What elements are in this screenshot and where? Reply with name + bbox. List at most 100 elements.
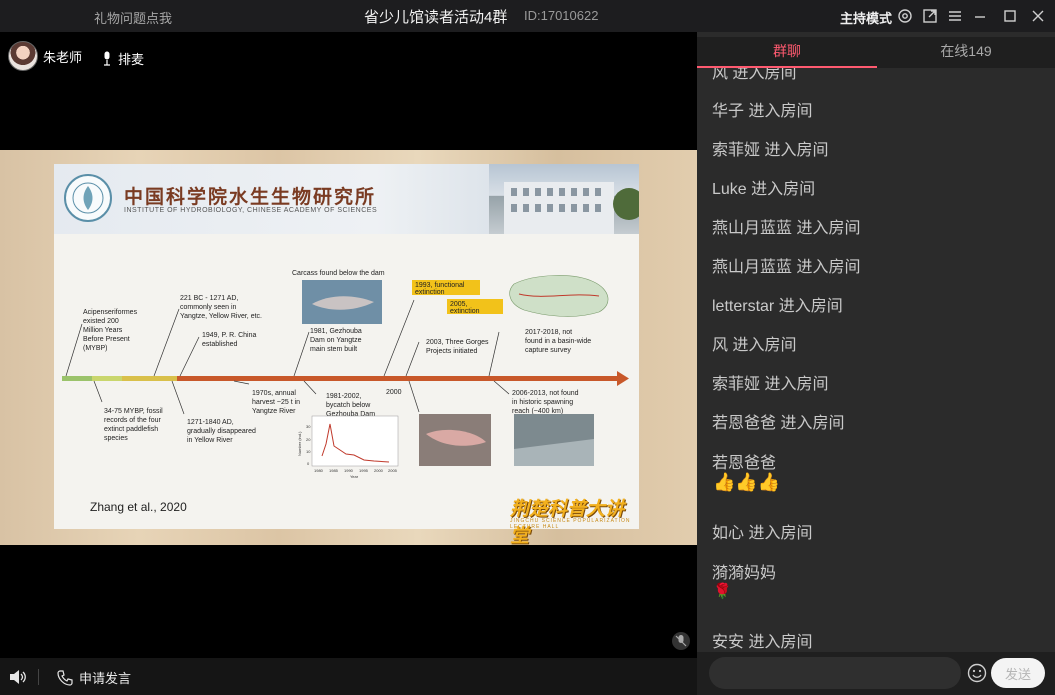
svg-text:Number (ind.): Number (ind.) (297, 431, 302, 456)
svg-text:in Yellow River: in Yellow River (187, 437, 233, 444)
mic-queue-label: 排麦 (118, 52, 145, 67)
svg-text:reach (~400 km): reach (~400 km) (512, 408, 563, 415)
svg-text:1985: 1985 (329, 468, 339, 473)
list-item: 索菲娅 进入房间 (712, 142, 829, 159)
svg-text:20: 20 (306, 437, 311, 442)
thumbs-up-emoji: 👍👍👍 (713, 472, 781, 492)
svg-text:extinction: extinction (415, 289, 445, 296)
rose-emoji: 🌹 (713, 583, 732, 600)
svg-text:2006-2013, not found: 2006-2013, not found (512, 390, 579, 397)
svg-text:2000: 2000 (386, 389, 402, 396)
svg-text:species: species (104, 435, 128, 442)
institute-name-en: INSTITUTE OF HYDROBIOLOGY, CHINESE ACADE… (124, 207, 378, 214)
list-item: 风 进入房间 (712, 68, 797, 82)
host-mode-button[interactable]: 主持模式 (840, 8, 892, 27)
svg-text:established: established (202, 341, 238, 348)
video-area: 朱老师 排麦 中国科学院水生生物研究所 INSTITUTE OF HYDROBI… (0, 37, 697, 658)
room-id: ID:17010622 (524, 8, 599, 23)
mic-queue-button[interactable]: 排麦 (102, 49, 144, 68)
svg-text:0: 0 (307, 461, 310, 466)
svg-text:2003, Three Gorges: 2003, Three Gorges (426, 339, 489, 346)
svg-text:1970s, annual: 1970s, annual (252, 390, 296, 397)
svg-text:2000: 2000 (374, 468, 384, 473)
chat-input[interactable] (709, 657, 961, 689)
svg-text:1271-1840 AD,: 1271-1840 AD, (187, 419, 234, 426)
bottom-bar: 申请发言 (0, 658, 697, 695)
list-item: 安安 进入房间 (712, 634, 813, 651)
minimize-icon[interactable] (972, 8, 988, 24)
svg-text:capture survey: capture survey (525, 347, 571, 354)
microphone-icon (104, 51, 110, 66)
svg-text:30: 30 (306, 424, 311, 429)
svg-text:Million Years: Million Years (83, 327, 123, 334)
building-photo (489, 164, 645, 234)
slide-header: 中国科学院水生生物研究所 INSTITUTE OF HYDROBIOLOGY, … (54, 164, 645, 234)
extinction-timeline: Acipenseriformes existed 200 Million Year… (62, 270, 629, 479)
request-speak-label: 申请发言 (79, 671, 132, 686)
menu-icon[interactable] (947, 8, 963, 24)
maximize-icon[interactable] (1002, 8, 1018, 24)
svg-text:extinct paddlefish: extinct paddlefish (104, 426, 158, 433)
svg-text:Dam on Yangtze: Dam on Yangtze (310, 337, 362, 344)
svg-text:1995: 1995 (359, 468, 369, 473)
svg-text:34-75 MYBP, fossil: 34-75 MYBP, fossil (104, 408, 163, 415)
message-list[interactable]: 风 进入房间 华子 进入房间 索菲娅 进入房间 Luke 进入房间 燕山月蓝蓝 … (697, 68, 1055, 672)
window-title: 省少儿馆读者活动4群 (364, 9, 508, 26)
svg-text:1990: 1990 (344, 468, 354, 473)
timeline-event: Acipenseriformes (83, 309, 138, 316)
settings-icon[interactable] (897, 8, 913, 24)
list-item: 索菲娅 进入房间 (712, 376, 829, 393)
institute-name-cn: 中国科学院水生生物研究所 (124, 186, 377, 208)
svg-text:bycatch below: bycatch below (326, 402, 371, 409)
list-item: 若恩爸爸 进入房间 (712, 415, 845, 432)
popout-icon[interactable] (922, 8, 938, 24)
close-icon[interactable] (1030, 8, 1046, 24)
gift-help-link[interactable]: 礼物问题点我 (94, 8, 172, 27)
svg-text:1980: 1980 (314, 468, 324, 473)
svg-text:Projects initiated: Projects initiated (426, 348, 477, 355)
send-button[interactable]: 发送 (991, 658, 1045, 688)
chat-panel: 群聊 在线149 风 进入房间 华子 进入房间 索菲娅 进入房间 Luke 进入… (697, 32, 1055, 695)
svg-text:2017-2018, not: 2017-2018, not (525, 329, 572, 336)
phone-icon (57, 669, 73, 686)
request-speak-button[interactable]: 申请发言 (57, 668, 131, 687)
list-item: 如心 进入房间 (712, 525, 813, 542)
svg-text:1981-2002,: 1981-2002, (326, 393, 361, 400)
panel-tabs: 群聊 在线149 (697, 37, 1055, 68)
slide-content: 中国科学院水生生物研究所 INSTITUTE OF HYDROBIOLOGY, … (54, 164, 645, 547)
institute-logo (64, 174, 112, 222)
tab-group-chat[interactable]: 群聊 (697, 37, 877, 68)
chat-input-bar: 发送 (697, 652, 1055, 695)
list-item: 风 进入房间 (712, 337, 797, 354)
emoji-icon[interactable] (967, 663, 987, 683)
list-item: letterstar 进入房间 (712, 298, 843, 315)
list-item: Luke 进入房间 (712, 181, 816, 198)
svg-text:10: 10 (306, 449, 311, 454)
svg-text:extinction: extinction (450, 308, 480, 315)
svg-text:2005: 2005 (388, 468, 398, 473)
svg-text:commonly seen in: commonly seen in (180, 304, 237, 311)
shared-slide: 中国科学院水生生物研究所 INSTITUTE OF HYDROBIOLOGY, … (0, 150, 697, 547)
svg-text:Yangtze, Yellow River, etc.: Yangtze, Yellow River, etc. (180, 313, 262, 320)
speaker-icon[interactable] (8, 668, 28, 686)
svg-text:records of the four: records of the four (104, 417, 161, 424)
svg-text:221 BC - 1271 AD,: 221 BC - 1271 AD, (180, 295, 238, 302)
mic-muted-icon[interactable] (671, 631, 691, 651)
svg-text:2005,: 2005, (450, 301, 468, 308)
presenter-info: 朱老师 (8, 41, 82, 71)
svg-text:Year: Year (350, 474, 359, 479)
svg-text:Carcass found below the dam: Carcass found below the dam (292, 270, 385, 277)
svg-text:gradually disappeared: gradually disappeared (187, 428, 256, 435)
svg-text:in historic spawning: in historic spawning (512, 399, 573, 406)
avatar[interactable] (8, 41, 38, 71)
tab-online[interactable]: 在线149 (877, 37, 1055, 68)
title-bar: 礼物问题点我 省少儿馆读者活动4群 ID:17010622 主持模式 (0, 0, 1055, 32)
list-item: 燕山月蓝蓝 进入房间 (712, 259, 861, 276)
list-item: 漪漪妈妈 (712, 565, 777, 582)
list-item: 若恩爸爸 (712, 455, 777, 472)
svg-text:Before Present: Before Present (83, 336, 130, 343)
svg-text:Yangtze River: Yangtze River (252, 408, 296, 415)
svg-text:main stem built: main stem built (310, 346, 357, 353)
svg-text:harvest ~25 t in: harvest ~25 t in (252, 399, 300, 406)
list-item: 华子 进入房间 (712, 103, 813, 120)
